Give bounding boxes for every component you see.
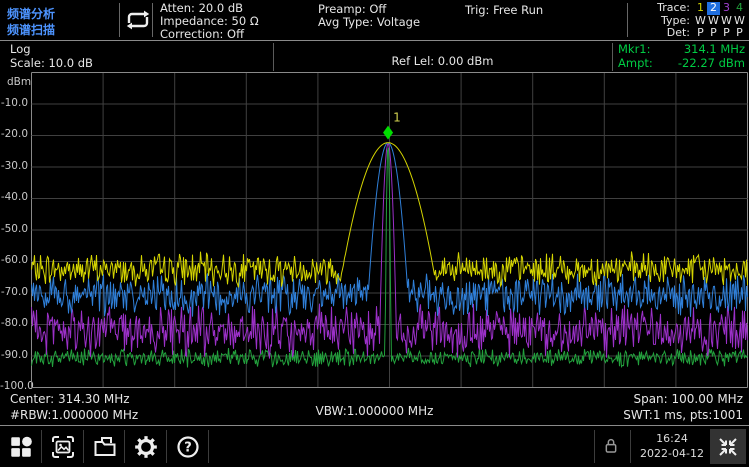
impedance-value: Impedance: 50 Ω (160, 15, 259, 28)
continuous-sweep-button[interactable] (124, 9, 152, 31)
marker-readout: Mkr1: 314.1 MHz Ampt: -22.27 dBm (618, 43, 745, 70)
screenshot-button[interactable] (42, 427, 83, 467)
tab-spectrum-sweep[interactable]: 频谱扫描 (7, 22, 55, 38)
bottom-toolbar: ? 16:24 2022-04-12 (0, 425, 749, 466)
trig-value: Trig: Free Run (465, 4, 543, 17)
screenshot-icon (50, 434, 76, 460)
trace-3-selector[interactable]: 3 (720, 2, 733, 15)
input-settings-block: Atten: 20.0 dB Impedance: 50 Ω Correctio… (160, 2, 259, 40)
divider (630, 430, 631, 463)
trace-4-selector[interactable]: 4 (733, 2, 746, 15)
main-menu-button[interactable] (0, 427, 41, 467)
mkr1-freq: 314.1 MHz (684, 43, 745, 57)
svg-text:?: ? (184, 441, 192, 456)
amplitude-scale-block: Log Scale: 10.0 dB (10, 43, 93, 70)
divider (208, 430, 209, 463)
mode-tabs: 频谱分析 频谱扫描 (7, 6, 55, 38)
span-value: Span: 100.00 MHz (623, 391, 743, 407)
ref-level-value: Ref Lel: 0.00 dBm (273, 54, 612, 68)
trace-legend-cell: P (720, 27, 733, 40)
mkr1-label: Mkr1: (618, 43, 651, 57)
det-label: Det: (667, 27, 690, 40)
scale-value: Scale: 10.0 dB (10, 57, 93, 71)
preamp-value: Preamp: Off (318, 3, 420, 16)
span-status-block: Span: 100.00 MHz SWT:1 ms, pts:1001 (623, 391, 743, 423)
divider (627, 3, 628, 37)
loop-icon (124, 9, 152, 31)
swt-value: SWT:1 ms, pts:1001 (623, 407, 743, 423)
time-value: 16:24 (634, 431, 710, 446)
settings-button[interactable] (125, 427, 166, 467)
marker-1-label: 1 (393, 111, 401, 125)
preamp-block: Preamp: Off Avg Type: Voltage (318, 3, 420, 29)
trace-1-selector[interactable]: 1 (694, 2, 707, 15)
trace-legend-cell: P (707, 27, 720, 40)
atten-value: Atten: 20.0 dB (160, 2, 259, 15)
trace-legend-row-trace: Trace: 1234 (657, 2, 746, 15)
divider (119, 3, 120, 37)
trace-legend-cell: P (694, 27, 707, 40)
gear-icon (133, 434, 159, 460)
folder-icon (92, 434, 118, 460)
ampt-label: Ampt: (618, 57, 653, 71)
tab-spectrum-analysis[interactable]: 频谱分析 (7, 6, 55, 22)
spectrum-plot[interactable]: 1 (0, 72, 749, 388)
trace-legend-cell: P (733, 27, 746, 40)
trace-legend-row-det: Det: PPPP (657, 27, 746, 40)
divider (0, 40, 749, 41)
avg-type-value: Avg Type: Voltage (318, 16, 420, 29)
divider (594, 430, 595, 463)
date-value: 2022-04-12 (634, 446, 710, 461)
ampt-value: -22.27 dBm (678, 57, 745, 71)
file-button[interactable] (84, 427, 125, 467)
resize-window-button[interactable] (710, 429, 746, 464)
app-grid-icon (8, 434, 34, 460)
trace-2-selector[interactable]: 2 (707, 2, 720, 15)
help-icon: ? (175, 434, 201, 460)
trigger-block: Trig: Free Run (465, 4, 543, 17)
divider (612, 43, 613, 71)
lock-icon (603, 437, 619, 455)
trace-legend[interactable]: Trace: 1234 Type: WWWW Det: PPPP (657, 2, 746, 40)
correction-value: Correction: Off (160, 28, 259, 41)
lock-status (603, 437, 619, 455)
log-label: Log (10, 43, 93, 57)
collapse-arrows-icon (716, 435, 740, 459)
divider (152, 3, 153, 37)
marker-1-diamond[interactable] (383, 126, 393, 140)
clock: 16:24 2022-04-12 (634, 431, 710, 461)
help-button[interactable]: ? (167, 427, 208, 467)
trace-label: Trace: (657, 2, 690, 15)
